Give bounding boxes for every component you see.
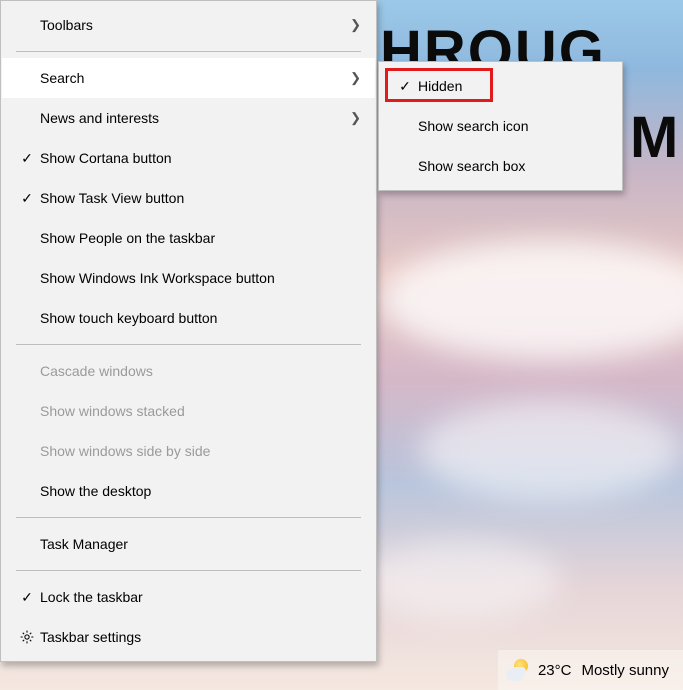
menu-separator <box>16 51 361 52</box>
menu-item-show-windows-side-by-side: Show windows side by side <box>2 431 375 471</box>
menu-item-toolbars[interactable]: Toolbars ❯ <box>2 5 375 45</box>
taskbar-context-menu: Toolbars ❯ Search ❯ News and interests ❯… <box>0 0 377 662</box>
menu-item-show-people[interactable]: Show People on the taskbar <box>2 218 375 258</box>
menu-label: Show windows side by side <box>40 443 361 459</box>
menu-item-show-task-view-button[interactable]: ✓ Show Task View button <box>2 178 375 218</box>
wallpaper-cloud <box>380 240 683 360</box>
menu-label: Lock the taskbar <box>40 589 361 605</box>
menu-label: Show the desktop <box>40 483 361 499</box>
menu-item-cascade-windows: Cascade windows <box>2 351 375 391</box>
check-icon: ✓ <box>14 150 40 167</box>
menu-separator <box>16 517 361 518</box>
weather-icon <box>506 659 528 681</box>
menu-label: Cascade windows <box>40 363 361 379</box>
menu-item-show-the-desktop[interactable]: Show the desktop <box>2 471 375 511</box>
menu-label: Show search box <box>418 158 607 174</box>
taskbar-weather[interactable]: 23°C Mostly sunny <box>498 650 683 690</box>
menu-item-lock-the-taskbar[interactable]: ✓ Lock the taskbar <box>2 577 375 617</box>
weather-temperature: 23°C <box>538 662 572 679</box>
wallpaper-cloud <box>420 400 680 500</box>
menu-separator <box>16 570 361 571</box>
wallpaper-text-fragment: M <box>630 104 680 171</box>
check-icon: ✓ <box>14 589 40 606</box>
menu-label: Show Cortana button <box>40 150 361 166</box>
menu-label: Show search icon <box>418 118 607 134</box>
submenu-item-show-search-box[interactable]: Show search box <box>380 146 621 186</box>
menu-label: Show People on the taskbar <box>40 230 361 246</box>
menu-item-show-ink-workspace[interactable]: Show Windows Ink Workspace button <box>2 258 375 298</box>
menu-separator <box>16 344 361 345</box>
menu-label: Show Task View button <box>40 190 361 206</box>
gear-icon <box>14 629 40 645</box>
menu-item-show-touch-keyboard[interactable]: Show touch keyboard button <box>2 298 375 338</box>
weather-condition: Mostly sunny <box>581 662 669 679</box>
chevron-right-icon: ❯ <box>350 70 361 86</box>
menu-label: News and interests <box>40 110 346 126</box>
wallpaper-cloud <box>360 540 560 620</box>
menu-item-search[interactable]: Search ❯ <box>2 58 375 98</box>
menu-item-task-manager[interactable]: Task Manager <box>2 524 375 564</box>
chevron-right-icon: ❯ <box>350 17 361 33</box>
menu-label: Toolbars <box>40 17 346 33</box>
submenu-item-show-search-icon[interactable]: Show search icon <box>380 106 621 146</box>
menu-item-show-windows-stacked: Show windows stacked <box>2 391 375 431</box>
menu-label: Taskbar settings <box>40 629 361 645</box>
menu-item-news-and-interests[interactable]: News and interests ❯ <box>2 98 375 138</box>
menu-label: Show touch keyboard button <box>40 310 361 326</box>
check-icon: ✓ <box>14 190 40 207</box>
menu-label: Show windows stacked <box>40 403 361 419</box>
menu-label: Hidden <box>418 78 607 94</box>
chevron-right-icon: ❯ <box>350 110 361 126</box>
menu-label: Task Manager <box>40 536 361 552</box>
submenu-item-hidden[interactable]: ✓ Hidden <box>380 66 621 106</box>
menu-label: Show Windows Ink Workspace button <box>40 270 361 286</box>
search-submenu: ✓ Hidden Show search icon Show search bo… <box>378 61 623 191</box>
check-icon: ✓ <box>392 78 418 95</box>
menu-item-show-cortana-button[interactable]: ✓ Show Cortana button <box>2 138 375 178</box>
menu-label: Search <box>40 70 346 86</box>
menu-item-taskbar-settings[interactable]: Taskbar settings <box>2 617 375 657</box>
